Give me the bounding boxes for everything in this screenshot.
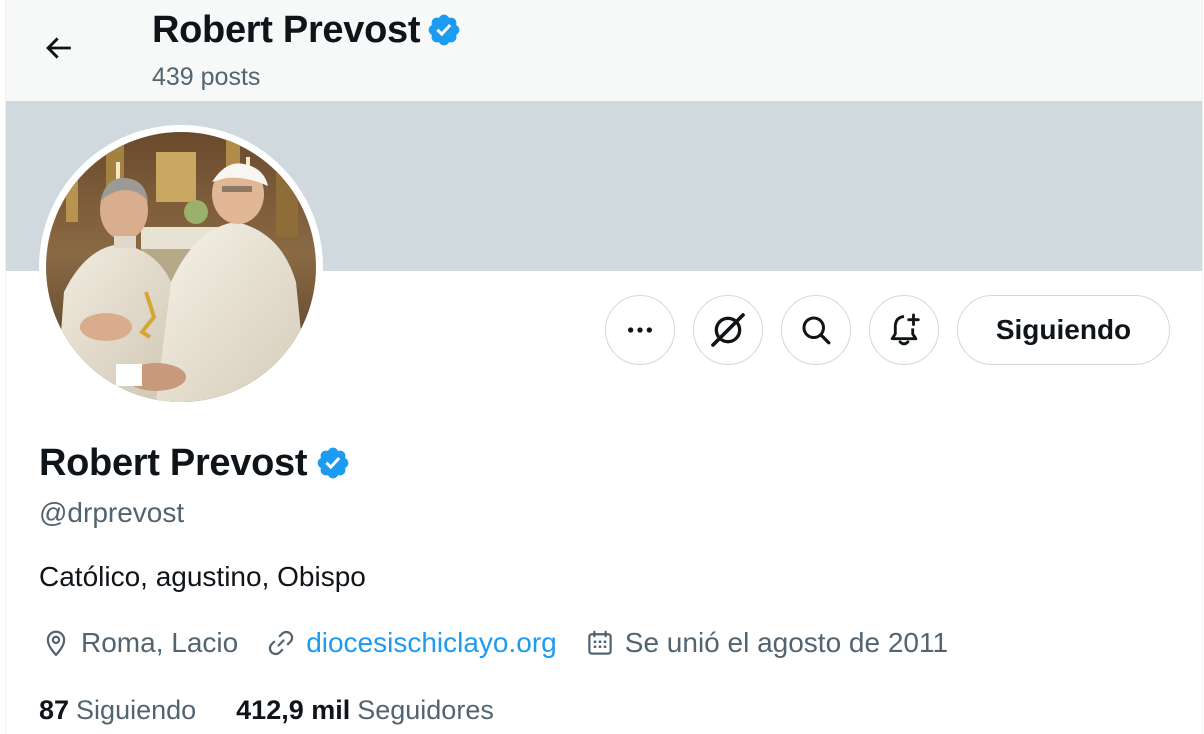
calendar-icon: [583, 626, 617, 660]
back-button[interactable]: [36, 26, 80, 70]
profile-name: Robert Prevost: [39, 442, 308, 484]
profile-meta-row: Roma, Lacio diocesischiclayo.org Se unió…: [39, 625, 974, 661]
bell-plus-icon: [890, 313, 920, 346]
link-icon: [264, 626, 298, 660]
header-name: Robert Prevost: [152, 9, 421, 51]
joined-item: Se unió el agosto de 2011: [583, 626, 948, 660]
column-border-right: [1202, 0, 1203, 734]
search-icon: [802, 316, 831, 345]
profile-name-row: Robert Prevost: [39, 440, 351, 486]
header-posts-count: 439 posts: [152, 63, 261, 91]
profile-bio: Católico, agustino, Obispo: [39, 561, 366, 592]
profile-page: Robert Prevost 439 posts Siguiendo Rober…: [0, 0, 1204, 734]
column-border-left: [5, 0, 6, 734]
location-item: Roma, Lacio: [39, 626, 238, 660]
website-item: diocesischiclayo.org: [264, 626, 557, 660]
location-pin-icon: [39, 626, 73, 660]
arrow-left-icon: [46, 37, 71, 59]
website-link[interactable]: diocesischiclayo.org: [306, 626, 557, 660]
profile-stats-row: 87 Siguiendo 412,9 mil Seguidores: [39, 693, 534, 727]
notify-button[interactable]: [869, 295, 939, 365]
followers-count: 412,9 mil: [236, 694, 351, 725]
avatar-photo: [46, 132, 316, 402]
header-title-row: Robert Prevost: [152, 7, 462, 53]
joined-text: Se unió el agosto de 2011: [624, 627, 949, 658]
avatar[interactable]: [39, 125, 323, 409]
profile-header: Robert Prevost 439 posts: [6, 0, 1202, 101]
verified-badge-icon: [426, 12, 462, 48]
followers-label: Seguidores: [357, 694, 494, 725]
following-link[interactable]: 87 Siguiendo: [39, 695, 196, 726]
followers-link[interactable]: 412,9 mil Seguidores: [236, 695, 494, 726]
more-button[interactable]: [605, 295, 675, 365]
grok-icon: [711, 313, 745, 347]
location-text: Roma, Lacio: [81, 627, 239, 658]
grok-button[interactable]: [693, 295, 763, 365]
verified-badge-icon[interactable]: [315, 445, 351, 481]
following-label: Siguiendo: [76, 694, 197, 725]
search-button[interactable]: [781, 295, 851, 365]
following-button[interactable]: Siguiendo: [957, 295, 1170, 365]
profile-handle: @drprevost: [39, 497, 185, 528]
following-count: 87: [39, 694, 70, 725]
more-horizontal-icon: [628, 327, 652, 333]
